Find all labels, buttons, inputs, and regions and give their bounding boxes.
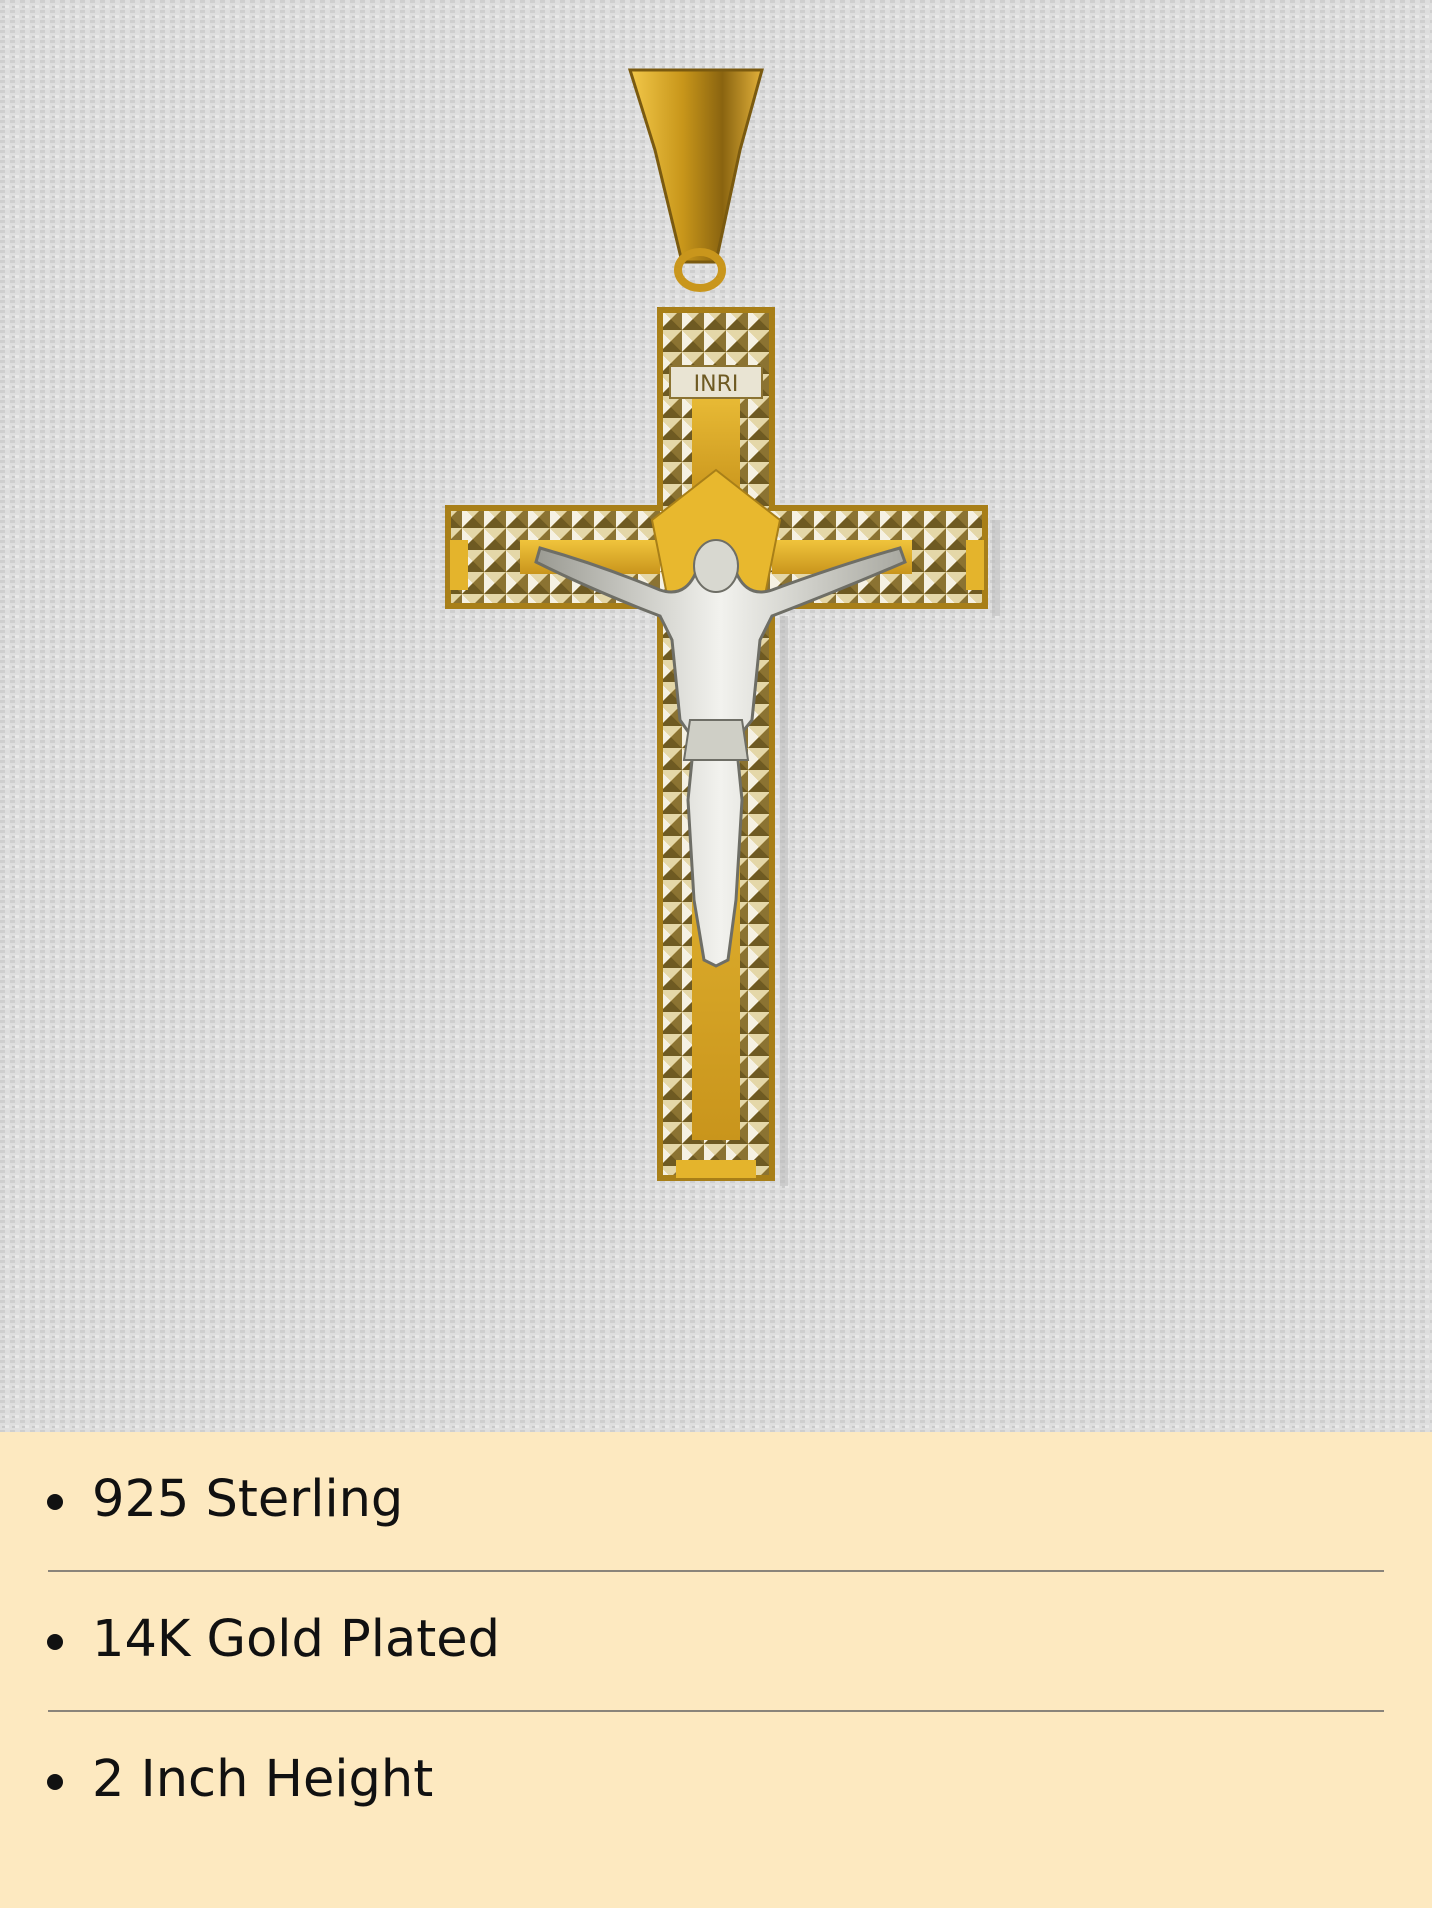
spec-item-plating: 14K Gold Plated [0, 1572, 1432, 1712]
bullet-icon [47, 1774, 63, 1790]
product-photo: INRI [0, 0, 1432, 1432]
spec-label: 925 Sterling [92, 1470, 404, 1529]
product-specs-panel: 925 Sterling 14K Gold Plated 2 Inch Heig… [0, 1432, 1432, 1908]
spec-item-material: 925 Sterling [0, 1432, 1432, 1572]
spec-label: 2 Inch Height [92, 1750, 434, 1809]
crucifix-pendant-image: INRI [0, 0, 1432, 1432]
bullet-icon [47, 1494, 63, 1510]
spec-label: 14K Gold Plated [92, 1610, 500, 1669]
bullet-icon [47, 1634, 63, 1650]
spec-item-height: 2 Inch Height [0, 1712, 1432, 1852]
inscription-text: INRI [694, 372, 739, 397]
